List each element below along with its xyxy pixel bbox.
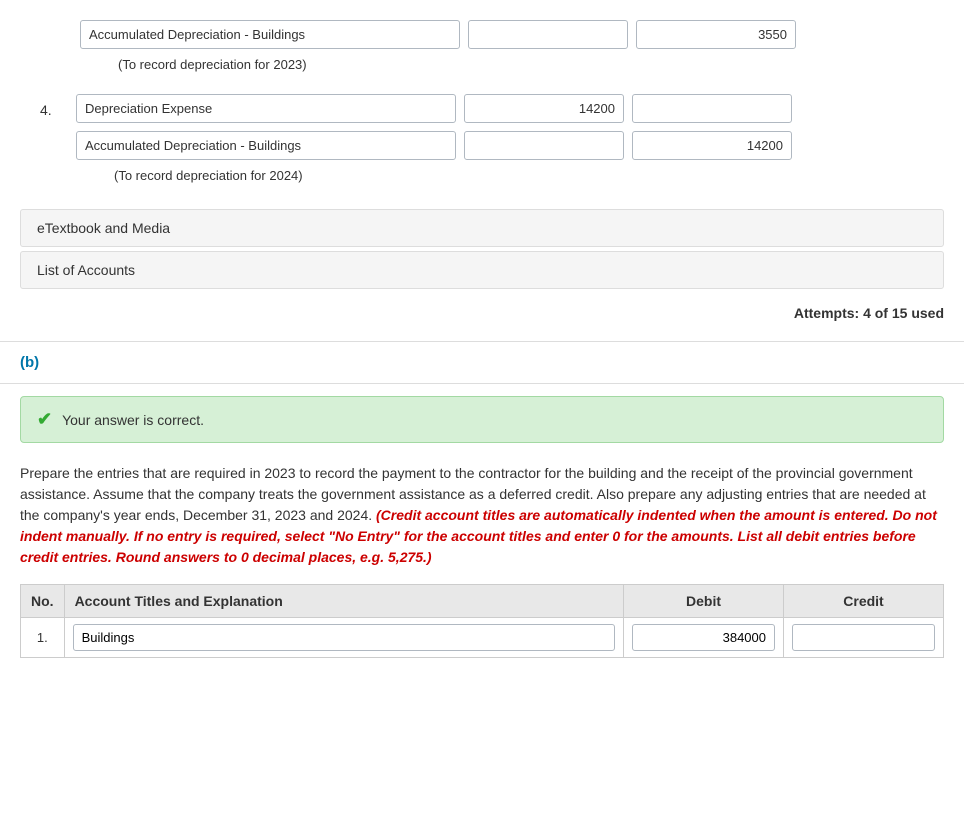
entry-3-container: (To record depreciation for 2023)	[20, 12, 944, 94]
entry-3-debit-field[interactable]	[468, 20, 628, 49]
collapsible-section: eTextbook and Media List of Accounts	[20, 209, 944, 289]
correct-message: Your answer is correct.	[62, 412, 204, 428]
col-debit: Debit	[624, 585, 784, 618]
row-1-debit-cell[interactable]	[624, 618, 784, 658]
entry-4-number: 4.	[40, 94, 68, 118]
etextbook-label: eTextbook and Media	[37, 220, 170, 236]
journal-table: No. Account Titles and Explanation Debit…	[20, 584, 944, 658]
entry-3-account-field[interactable]	[80, 20, 460, 49]
row-1-account-cell[interactable]	[64, 618, 623, 658]
entry-4-container: 4. (To record depreciation for 2024)	[20, 94, 944, 193]
correct-banner: ✔ Your answer is correct.	[20, 396, 944, 443]
row-1-num: 1.	[21, 618, 65, 658]
row-1-account-input[interactable]	[73, 624, 615, 651]
entry-3-row-1	[80, 20, 924, 49]
row-1-debit-input[interactable]	[632, 624, 775, 651]
entry-4-account-2[interactable]	[76, 131, 456, 160]
entry-4-row-2	[76, 131, 924, 160]
col-credit: Credit	[784, 585, 944, 618]
entry-4-row-1	[76, 94, 924, 123]
entry-4-account-1[interactable]	[76, 94, 456, 123]
top-entries-section: (To record depreciation for 2023) 4. (To…	[0, 0, 964, 342]
instruction-text: Prepare the entries that are required in…	[0, 455, 964, 572]
row-1-credit-input[interactable]	[792, 624, 935, 651]
table-header-row: No. Account Titles and Explanation Debit…	[21, 585, 944, 618]
entry-4-note: (To record depreciation for 2024)	[114, 168, 924, 183]
entry-4-rows: (To record depreciation for 2024)	[76, 94, 924, 193]
part-b-header: (b)	[0, 342, 964, 384]
list-accounts-bar[interactable]: List of Accounts	[20, 251, 944, 289]
etextbook-bar[interactable]: eTextbook and Media	[20, 209, 944, 247]
entry-4-credit-1[interactable]	[632, 94, 792, 123]
entry-3-credit-field[interactable]	[636, 20, 796, 49]
row-1-credit-cell[interactable]	[784, 618, 944, 658]
check-icon: ✔	[37, 409, 52, 430]
part-b-label: (b)	[20, 354, 39, 371]
col-no: No.	[21, 585, 65, 618]
entry-3-note: (To record depreciation for 2023)	[118, 57, 924, 72]
entry-4-credit-2[interactable]	[632, 131, 792, 160]
col-account: Account Titles and Explanation	[64, 585, 623, 618]
list-accounts-label: List of Accounts	[37, 262, 135, 278]
attempts-text: Attempts: 4 of 15 used	[794, 305, 944, 321]
table-row: 1.	[21, 618, 944, 658]
entry-4-debit-2[interactable]	[464, 131, 624, 160]
attempts-row: Attempts: 4 of 15 used	[20, 297, 944, 325]
entry-4-debit-1[interactable]	[464, 94, 624, 123]
